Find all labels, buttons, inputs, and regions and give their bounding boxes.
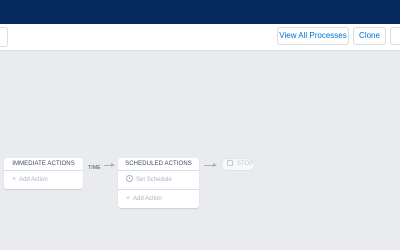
stop-icon — [227, 160, 233, 166]
plus-icon: + — [12, 176, 17, 183]
time-label: TIME — [88, 165, 101, 171]
immediate-actions-card: IMMEDIATE ACTIONS + Add Action — [4, 158, 83, 189]
toolbar: View All Processes Clone — [0, 24, 400, 51]
set-schedule[interactable]: Set Schedule — [118, 171, 199, 189]
immediate-add-action-label: Add Action — [19, 177, 48, 183]
scheduled-add-action[interactable]: + Add Action — [118, 189, 199, 208]
process-canvas: IMMEDIATE ACTIONS + Add Action TIME SCHED… — [0, 51, 400, 250]
immediate-actions-title: IMMEDIATE ACTIONS — [4, 158, 83, 171]
set-schedule-label: Set Schedule — [136, 177, 172, 183]
app-header — [0, 0, 400, 24]
view-all-processes-button[interactable]: View All Processes — [277, 27, 349, 45]
stop-node: STOP — [221, 158, 255, 171]
clock-icon — [126, 175, 133, 182]
scheduled-actions-card: SCHEDULED ACTIONS Set Schedule + Add Acti… — [118, 158, 199, 208]
plus-icon: + — [126, 195, 131, 202]
toolbar-left-button[interactable] — [0, 27, 8, 47]
immediate-add-action[interactable]: + Add Action — [4, 171, 83, 189]
scheduled-actions-title: SCHEDULED ACTIONS — [118, 158, 199, 171]
flow-connector-arrow — [204, 163, 217, 167]
flow-connector-arrow — [104, 163, 115, 167]
scheduled-add-action-label: Add Action — [133, 196, 162, 202]
clone-button[interactable]: Clone — [353, 27, 386, 45]
stop-label: STOP — [237, 161, 254, 167]
more-actions-button[interactable] — [390, 27, 400, 45]
